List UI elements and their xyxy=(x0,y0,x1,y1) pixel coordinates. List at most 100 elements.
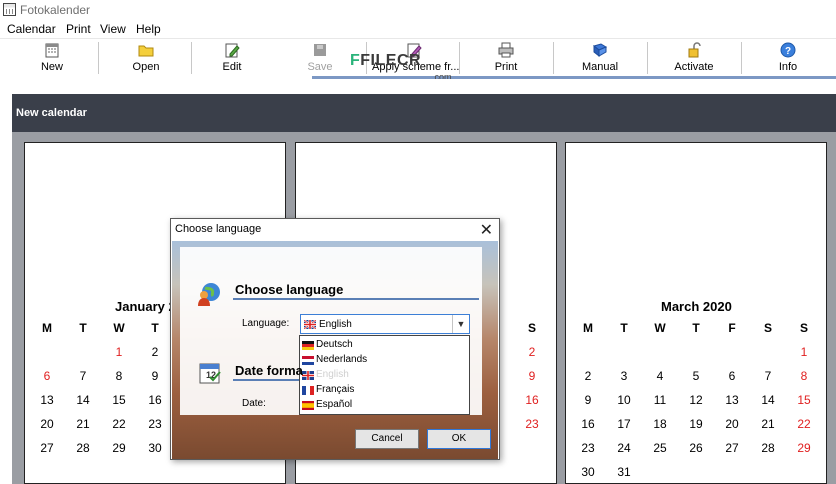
day-cell[interactable]: 15 xyxy=(793,393,815,407)
watermark-logo: FFILECR xyxy=(350,52,422,69)
day-cell[interactable]: 27 xyxy=(721,441,743,455)
language-option-english[interactable]: English xyxy=(300,368,469,383)
calendar-page-march[interactable]: March 2020 M T W T F S S 1 2 3 4 5 6 7 8 9 10 11 12 13 14 15 1… xyxy=(565,142,827,484)
day-cell[interactable]: 16 xyxy=(144,393,166,407)
day-cell[interactable]: 2 xyxy=(577,369,599,383)
close-icon[interactable]: ✕ xyxy=(480,220,493,240)
day-cell[interactable]: 16 xyxy=(577,417,599,431)
dialog-body: Choose language Language: English ▼ Deut… xyxy=(172,241,498,459)
manual-button[interactable]: Manual xyxy=(568,39,632,77)
day-cell[interactable]: 30 xyxy=(577,465,599,479)
calendar-check-icon: 12 xyxy=(199,363,221,384)
open-button[interactable]: Open xyxy=(114,39,178,77)
edit-button[interactable]: Edit xyxy=(200,39,264,77)
edit-pencil-icon xyxy=(225,43,240,58)
panel-header: New calendar xyxy=(12,94,836,132)
weekday-header: M xyxy=(42,321,52,335)
activate-button[interactable]: Activate xyxy=(662,39,726,77)
day-cell[interactable]: 20 xyxy=(721,417,743,431)
day-cell[interactable]: 24 xyxy=(613,441,635,455)
weekday-header: S xyxy=(763,321,772,335)
print-button[interactable]: Print xyxy=(474,39,538,77)
language-select[interactable]: English ▼ xyxy=(300,314,470,334)
day-cell[interactable]: 31 xyxy=(613,465,635,479)
day-cell[interactable]: 8 xyxy=(793,369,815,383)
day-cell[interactable]: 22 xyxy=(793,417,815,431)
day-cell[interactable]: 2 xyxy=(521,345,543,359)
day-cell[interactable]: 20 xyxy=(36,417,58,431)
day-cell[interactable]: 16 xyxy=(521,393,543,407)
menu-calendar[interactable]: Calendar xyxy=(7,22,56,36)
day-cell[interactable]: 9 xyxy=(521,369,543,383)
day-cell[interactable]: 21 xyxy=(72,417,94,431)
day-cell[interactable]: 12 xyxy=(685,393,707,407)
weekday-header: F xyxy=(728,321,736,335)
weekday-header: T xyxy=(692,321,700,335)
chevron-down-icon[interactable]: ▼ xyxy=(452,315,469,333)
day-cell[interactable]: 23 xyxy=(144,417,166,431)
day-cell[interactable]: 9 xyxy=(144,369,166,383)
day-cell[interactable]: 30 xyxy=(144,441,166,455)
day-cell[interactable]: 1 xyxy=(793,345,815,359)
day-cell[interactable]: 10 xyxy=(613,393,635,407)
toolbar-separator xyxy=(647,42,648,74)
day-cell[interactable]: 13 xyxy=(721,393,743,407)
info-button[interactable]: ? Info xyxy=(756,39,820,77)
language-label: Language: xyxy=(242,318,290,329)
day-cell[interactable]: 6 xyxy=(36,369,58,383)
day-cell[interactable]: 4 xyxy=(649,369,671,383)
menu-help[interactable]: Help xyxy=(136,22,161,36)
weekday-header: T xyxy=(151,321,159,335)
day-cell[interactable]: 11 xyxy=(649,393,671,407)
manual-book-icon xyxy=(592,43,608,58)
day-cell[interactable]: 19 xyxy=(685,417,707,431)
day-cell[interactable]: 28 xyxy=(72,441,94,455)
day-cell[interactable]: 29 xyxy=(108,441,130,455)
language-option-espanol[interactable]: Español xyxy=(300,398,469,413)
day-cell[interactable]: 29 xyxy=(793,441,815,455)
title-bar: Fotokalender xyxy=(0,0,836,20)
day-cell[interactable]: 21 xyxy=(757,417,779,431)
save-button[interactable]: Save xyxy=(288,39,352,77)
day-cell[interactable]: 3 xyxy=(613,369,635,383)
day-cell[interactable]: 14 xyxy=(72,393,94,407)
day-cell[interactable]: 9 xyxy=(577,393,599,407)
day-cell[interactable]: 6 xyxy=(721,369,743,383)
day-cell[interactable]: 23 xyxy=(521,417,543,431)
day-cell[interactable]: 1 xyxy=(108,345,130,359)
weekday-header: S xyxy=(527,321,536,335)
cancel-button[interactable]: Cancel xyxy=(355,429,419,449)
new-calendar-icon xyxy=(45,43,59,58)
weekday-header: W xyxy=(654,321,666,335)
ok-button[interactable]: OK xyxy=(427,429,491,449)
day-cell[interactable]: 7 xyxy=(757,369,779,383)
day-cell[interactable]: 23 xyxy=(577,441,599,455)
day-cell[interactable]: 25 xyxy=(649,441,671,455)
day-cell[interactable]: 28 xyxy=(757,441,779,455)
day-cell[interactable]: 5 xyxy=(685,369,707,383)
new-button[interactable]: New xyxy=(20,39,84,77)
day-cell[interactable]: 7 xyxy=(72,369,94,383)
day-cell[interactable]: 14 xyxy=(757,393,779,407)
day-cell[interactable]: 15 xyxy=(108,393,130,407)
day-cell[interactable]: 26 xyxy=(685,441,707,455)
language-option-nederlands[interactable]: Nederlands xyxy=(300,353,469,368)
menu-print[interactable]: Print xyxy=(66,22,91,36)
day-cell[interactable]: 27 xyxy=(36,441,58,455)
day-cell[interactable]: 22 xyxy=(108,417,130,431)
toolbar-separator xyxy=(553,42,554,74)
day-cell[interactable]: 2 xyxy=(144,345,166,359)
day-cell[interactable]: 8 xyxy=(108,369,130,383)
language-option-francais[interactable]: Français xyxy=(300,383,469,398)
globe-person-icon xyxy=(198,283,220,306)
calendar-app-icon xyxy=(3,3,16,16)
day-cell[interactable]: 17 xyxy=(613,417,635,431)
language-option-deutsch[interactable]: Deutsch xyxy=(300,338,469,353)
folder-icon xyxy=(138,45,154,57)
toolbar-separator xyxy=(98,42,99,74)
window-title: Fotokalender xyxy=(20,3,91,17)
section-title-language: Choose language xyxy=(235,282,344,297)
day-cell[interactable]: 13 xyxy=(36,393,58,407)
menu-view[interactable]: View xyxy=(100,22,126,36)
day-cell[interactable]: 18 xyxy=(649,417,671,431)
